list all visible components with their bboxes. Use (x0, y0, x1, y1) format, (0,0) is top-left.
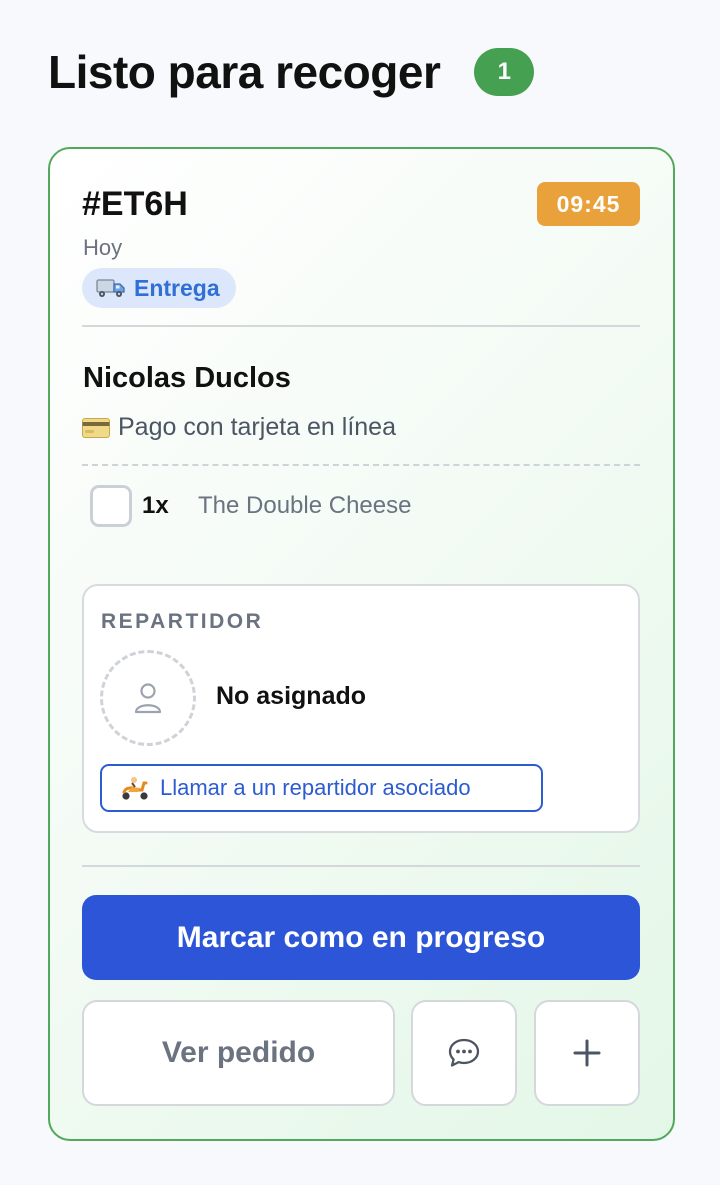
item-name: The Double Cheese (198, 492, 412, 519)
payment-method: Pago con tarjeta en línea (82, 413, 396, 442)
courier-section: REPARTIDOR No asignado Llamar a un repar… (82, 584, 640, 833)
truck-icon (96, 279, 125, 297)
order-type-label: Entrega (134, 274, 220, 301)
page-header: Listo para recoger 1 (48, 42, 535, 102)
mark-in-progress-button[interactable]: Marcar como en progreso (82, 895, 640, 980)
courier-status: No asignado (216, 682, 367, 710)
count-badge: 1 (474, 48, 535, 96)
plus-icon (573, 1039, 601, 1067)
call-courier-button[interactable]: Llamar a un repartidor asociado (100, 764, 543, 812)
chat-icon (448, 1038, 480, 1067)
page-title: Listo para recoger (48, 46, 441, 98)
user-icon (134, 683, 162, 714)
call-courier-label: Llamar a un repartidor asociado (160, 775, 471, 800)
order-card[interactable]: #ET6H 09:45 Hoy Entrega Nicolas Duclos P… (48, 147, 675, 1141)
view-order-button[interactable]: Ver pedido (82, 1000, 395, 1106)
scooter-icon (122, 777, 148, 800)
divider (82, 865, 640, 867)
customer-name: Nicolas Duclos (83, 362, 291, 394)
credit-card-icon (82, 417, 110, 438)
payment-label: Pago con tarjeta en línea (118, 413, 396, 441)
order-id: #ET6H (82, 185, 188, 223)
chat-button[interactable] (411, 1000, 517, 1106)
divider (82, 325, 640, 327)
courier-section-label: REPARTIDOR (101, 610, 264, 633)
time-badge: 09:45 (537, 182, 640, 226)
order-day: Hoy (83, 235, 123, 260)
list-item: 1x The Double Cheese (90, 485, 411, 527)
order-type-chip: Entrega (82, 268, 236, 308)
avatar (100, 650, 196, 746)
item-quantity: 1x (142, 492, 169, 519)
dashed-divider (82, 464, 640, 466)
item-checkbox[interactable] (90, 485, 132, 527)
add-button[interactable] (534, 1000, 640, 1106)
